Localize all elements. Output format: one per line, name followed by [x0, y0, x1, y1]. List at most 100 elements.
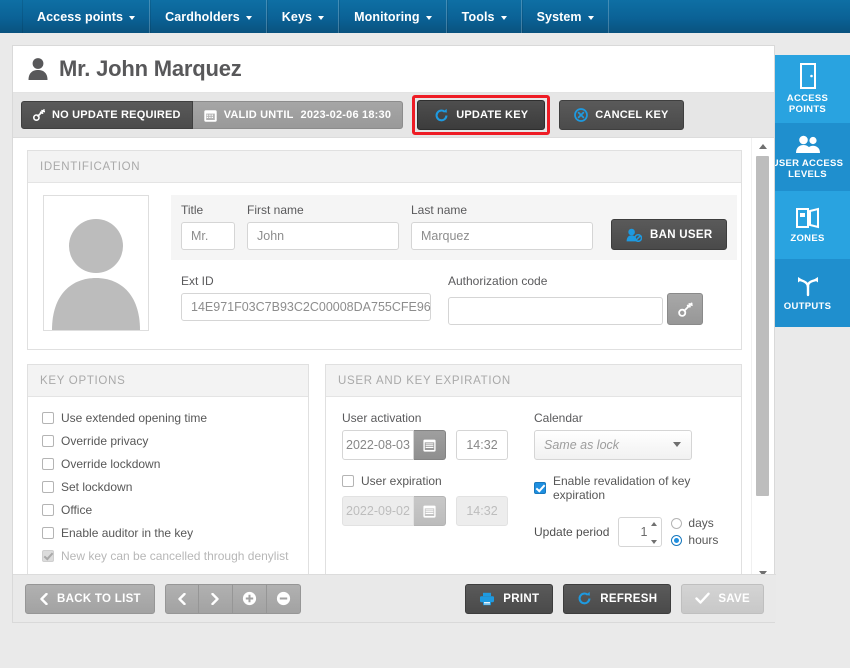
cancel-key-button[interactable]: CANCEL KEY [559, 100, 684, 130]
title-input[interactable]: Mr. [181, 222, 235, 250]
checkbox-user-expiration[interactable] [342, 475, 354, 487]
radio-row-hours[interactable]: hours [671, 533, 718, 547]
users-icon [795, 134, 821, 154]
checkbox-override-privacy[interactable] [42, 435, 54, 447]
chevron-down-icon [245, 15, 252, 20]
side-tile-user-access-levels[interactable]: USER ACCESS LEVELS [765, 123, 850, 191]
zones-icon [795, 207, 821, 229]
update-period-stepper[interactable]: 1 [618, 516, 663, 547]
nav-item-tools[interactable]: Tools [446, 0, 522, 33]
key-option-row[interactable]: Set lockdown [42, 480, 296, 494]
side-tile-label: ZONES [790, 232, 825, 244]
checkbox-enable-auditor-in-the-key[interactable] [42, 527, 54, 539]
nav-item-access-points[interactable]: Access points [22, 0, 151, 33]
name-fields-strip: Title Mr. First name John Last name Marq… [171, 195, 738, 260]
user-activation-calendar-button[interactable] [414, 430, 446, 460]
content-scrollbar[interactable] [751, 138, 774, 581]
valid-until-button[interactable]: VALID UNTIL 2023-02-06 18:30 [192, 101, 404, 129]
radio-days-label: days [688, 516, 714, 530]
key-option-row[interactable]: Override privacy [42, 434, 296, 448]
user-expiration-calendar-button [414, 496, 446, 526]
authorization-code-input[interactable] [448, 297, 663, 325]
user-and-key-expiration-panel: USER AND KEY EXPIRATION User activation … [325, 364, 742, 581]
side-tile-outputs[interactable]: OUTPUTS [765, 259, 850, 327]
nav-item-cardholders[interactable]: Cardholders [150, 0, 267, 33]
key-options-panel-title: KEY OPTIONS [28, 365, 308, 397]
key-status-group: NO UPDATE REQUIRED VALID UNTIL 2023-02-0… [21, 101, 404, 129]
remove-record-button[interactable] [266, 583, 301, 614]
radio-days[interactable] [671, 517, 683, 529]
revalidation-group: Enable revalidation of key expiration Up… [534, 474, 727, 547]
application-frame: Mr. John Marquez NO UPDATE REQUIRED VALI… [12, 45, 776, 623]
user-activation-date-input[interactable]: 2022-08-03 [342, 430, 414, 460]
ban-user-icon [626, 228, 642, 242]
radio-row-days[interactable]: days [671, 516, 718, 530]
avatar[interactable] [43, 195, 149, 331]
minus-circle-icon [276, 591, 291, 606]
nav-item-label: System [536, 9, 582, 24]
checkbox-enable-revalidation-of-key-expiration[interactable] [534, 482, 546, 494]
user-expiration-checkbox-row[interactable]: User expiration [342, 474, 508, 488]
no-update-required-button[interactable]: NO UPDATE REQUIRED [21, 101, 193, 129]
triangle-down-icon[interactable] [651, 539, 658, 544]
chevron-left-icon [177, 592, 187, 605]
checkbox-override-lockdown[interactable] [42, 458, 54, 470]
print-label: PRINT [503, 592, 540, 605]
calendar-group: Calendar Same as lock [534, 411, 727, 460]
key-option-row[interactable]: Office [42, 503, 296, 517]
radio-hours[interactable] [671, 534, 683, 546]
nav-item-keys[interactable]: Keys [266, 0, 340, 33]
first-name-input[interactable]: John [247, 222, 399, 250]
key-option-row[interactable]: Use extended opening time [42, 411, 296, 425]
ban-user-button[interactable]: BAN USER [611, 219, 728, 250]
generate-authorization-code-button[interactable] [667, 293, 703, 325]
next-record-button[interactable] [198, 583, 233, 614]
checkbox-use-extended-opening-time[interactable] [42, 412, 54, 424]
save-label: SAVE [718, 592, 750, 605]
ext-id-input[interactable]: 14E971F03C7B93C2C00008DA755CFE96 [181, 293, 431, 321]
calendar-select[interactable]: Same as lock [534, 430, 692, 460]
scrollbar-thumb[interactable] [756, 156, 769, 496]
refresh-icon [577, 591, 592, 606]
side-tile-label: ACCESS POINTS [786, 93, 829, 115]
print-button[interactable]: PRINT [465, 583, 554, 614]
user-photo-placeholder [46, 202, 146, 330]
first-name-label: First name [247, 203, 304, 217]
side-tile-zones[interactable]: ZONES [765, 191, 850, 259]
triangle-up-icon[interactable] [651, 521, 658, 526]
nav-item-system[interactable]: System [521, 0, 609, 33]
expiration-top-row: User activation 2022-08-03 14:32 Calenda… [342, 411, 727, 460]
scrollbar-up-button[interactable] [752, 138, 774, 154]
form-content-area: IDENTIFICATION Title Mr. First name John… [13, 138, 774, 581]
calendar-icon [422, 438, 437, 453]
previous-record-button[interactable] [164, 583, 199, 614]
expiration-panel-title: USER AND KEY EXPIRATION [326, 365, 741, 397]
title-label: Title [181, 203, 204, 217]
check-icon [695, 592, 711, 605]
calendar-icon [203, 109, 217, 122]
first-name-field-group: First name John [247, 203, 399, 250]
user-activation-time-input[interactable]: 14:32 [456, 430, 508, 460]
valid-until-value: 2023-02-06 18:30 [300, 109, 392, 121]
update-key-button[interactable]: UPDATE KEY [417, 100, 546, 130]
nav-item-monitoring[interactable]: Monitoring [339, 0, 447, 33]
stepper-arrows[interactable] [651, 521, 658, 544]
chevron-down-icon [425, 15, 432, 20]
key-option-row[interactable]: Enable auditor in the key [42, 526, 296, 540]
last-name-input[interactable]: Marquez [411, 222, 593, 250]
key-options-panel: KEY OPTIONS Use extended opening time Ov… [27, 364, 309, 581]
main-navigation-bar: Access points Cardholders Keys Monitorin… [0, 0, 850, 33]
user-expiration-controls: 2022-09-02 14:32 [342, 496, 508, 526]
side-tile-access-points[interactable]: ACCESS POINTS [765, 55, 850, 123]
checkbox-set-lockdown[interactable] [42, 481, 54, 493]
add-record-button[interactable] [232, 583, 267, 614]
checkbox-office[interactable] [42, 504, 54, 516]
calendar-select-value: Same as lock [544, 438, 620, 452]
key-option-row[interactable]: Override lockdown [42, 457, 296, 471]
update-period-value: 1 [640, 524, 648, 539]
refresh-button[interactable]: REFRESH [563, 583, 672, 614]
revalidation-checkbox-row[interactable]: Enable revalidation of key expiration [534, 474, 727, 502]
user-expiration-time-input: 14:32 [456, 496, 508, 526]
cancel-key-label: CANCEL KEY [595, 109, 669, 121]
back-to-list-button[interactable]: BACK TO LIST [25, 583, 155, 614]
